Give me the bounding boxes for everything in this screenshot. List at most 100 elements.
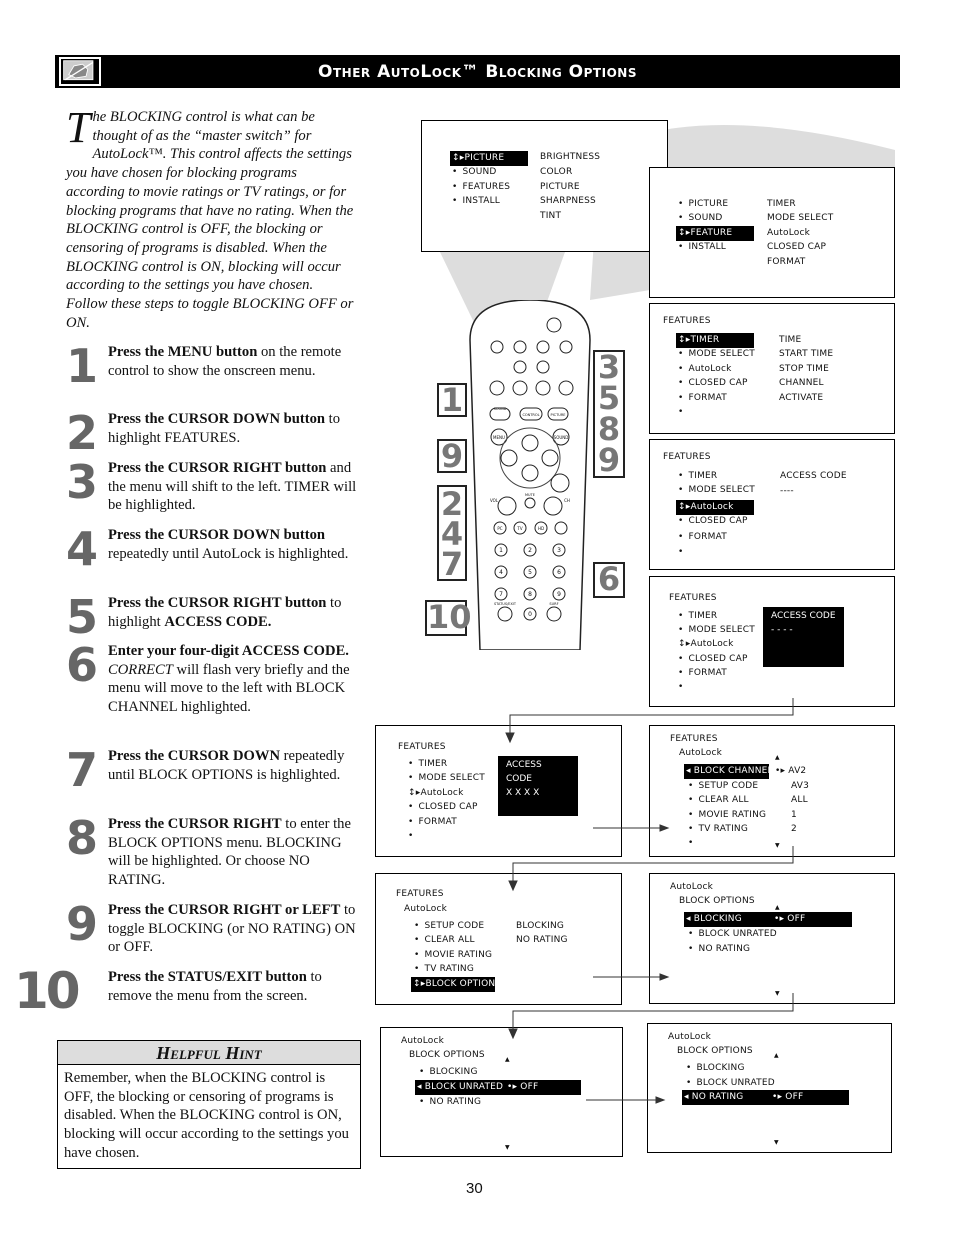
digit-label: 9 bbox=[557, 591, 561, 598]
screen-subtitle: BLOCK OPTIONS bbox=[679, 896, 755, 906]
control-label: CONTROL bbox=[522, 413, 539, 417]
screen-subtitle: BLOCK OPTIONS bbox=[409, 1050, 485, 1060]
menu-item: MOVIE RATING bbox=[688, 808, 766, 823]
screen-access-code-entered: FEATURES TIMER MODE SELECT ↕▸AutoLock CL… bbox=[375, 725, 622, 857]
menu-item: TIMER bbox=[678, 609, 718, 624]
screen-no-rating-off: AutoLock BLOCK OPTIONS ▲ BLOCKING BLOCK … bbox=[647, 1023, 892, 1153]
menu-item-block-channel-highlighted: ◂ BLOCK CHANNEL bbox=[684, 764, 773, 779]
ch-label: CH bbox=[564, 498, 570, 503]
submenu-item: CLOSED CAP bbox=[767, 242, 827, 252]
picture-label: PICTURE bbox=[551, 413, 566, 417]
menu-item-autolock-highlighted: ↕▸AutoLock bbox=[676, 500, 754, 515]
menu-item: MODE SELECT bbox=[678, 623, 755, 638]
scroll-down-icon[interactable]: ▼ bbox=[775, 987, 780, 1002]
menu-item: FORMAT bbox=[408, 815, 457, 830]
sound-btn-label: SOUND bbox=[494, 407, 507, 411]
screen-block-unrated-off: AutoLock BLOCK OPTIONS ▲ BLOCKING ◂ BLOC… bbox=[380, 1027, 623, 1157]
menu-item: FORMAT bbox=[678, 530, 727, 545]
menu-item: CLOSED CAP bbox=[678, 652, 748, 667]
digit-label: 1 bbox=[499, 547, 503, 554]
menu-item: CLOSED CAP bbox=[678, 376, 748, 391]
menu-item: BLOCK UNRATED bbox=[688, 927, 777, 942]
menu-item-empty bbox=[688, 836, 699, 851]
menu-item: BLOCK UNRATED bbox=[686, 1076, 775, 1091]
block-unrated-value: OFF bbox=[520, 1082, 539, 1092]
menu-item: MODE SELECT bbox=[678, 347, 755, 362]
menu-item: NO RATING bbox=[419, 1095, 481, 1110]
menu-item-empty bbox=[678, 545, 689, 560]
menu-item: CLEAR ALL bbox=[414, 933, 475, 948]
screen-title: FEATURES bbox=[670, 734, 718, 744]
digit-label: 4 bbox=[499, 569, 503, 576]
menu-item: BLOCKING bbox=[419, 1065, 478, 1080]
access-code-value[interactable]: X X X X bbox=[506, 786, 570, 800]
menu-item: TV RATING bbox=[688, 822, 748, 837]
access-code-box: ACCESS CODE X X X X bbox=[498, 756, 578, 816]
menu-item: AutoLock bbox=[678, 362, 732, 377]
callout-6: 6 bbox=[593, 562, 625, 598]
screen-title: FEATURES bbox=[396, 889, 444, 899]
scroll-down-icon[interactable]: ▼ bbox=[774, 1136, 779, 1151]
scroll-down-icon[interactable]: ▼ bbox=[775, 839, 780, 854]
access-code-value[interactable]: - - - - bbox=[771, 623, 836, 637]
digit-label: 2 bbox=[528, 547, 532, 554]
submenu-item: STOP TIME bbox=[779, 364, 829, 374]
scroll-down-icon[interactable]: ▼ bbox=[505, 1141, 510, 1156]
vol-label: VOL bbox=[490, 498, 499, 503]
menu-item: BLOCKING bbox=[686, 1061, 745, 1076]
screen-title: FEATURES bbox=[663, 316, 711, 326]
screen-main-menu: ↕▸PICTURE SOUND FEATURES INSTALL BRIGHTN… bbox=[421, 120, 668, 252]
channel-value: 2 bbox=[791, 824, 797, 834]
screen-autolock-block-channel: FEATURES AutoLock ▲ ◂ BLOCK CHANNEL SETU… bbox=[649, 725, 895, 857]
submenu-item: AutoLock bbox=[767, 228, 811, 238]
block-unrated-row-highlighted[interactable]: ◂ BLOCK UNRATED •▸ OFF bbox=[415, 1080, 581, 1095]
screen-access-code-entry: FEATURES TIMER MODE SELECT ↕▸AutoLock CL… bbox=[649, 576, 895, 707]
menu-item: SETUP CODE bbox=[414, 919, 485, 934]
screen-title: FEATURES bbox=[669, 593, 717, 603]
hd-label: HD bbox=[538, 526, 544, 531]
menu-item: PICTURE bbox=[678, 197, 729, 212]
menu-item: TV RATING bbox=[414, 962, 474, 977]
menu-item-empty bbox=[678, 405, 689, 420]
access-code-label: ACCESS CODE bbox=[780, 471, 847, 481]
channel-value: 1 bbox=[791, 810, 797, 820]
scroll-up-icon[interactable]: ▲ bbox=[774, 1049, 779, 1064]
screen-subtitle: AutoLock bbox=[679, 748, 723, 758]
submenu-item: MODE SELECT bbox=[767, 213, 834, 223]
menu-item: FORMAT bbox=[678, 391, 727, 406]
screen-title: AutoLock bbox=[401, 1036, 445, 1046]
menu-item: MOVIE RATING bbox=[414, 948, 492, 963]
status-label: STATUS/EXIT bbox=[494, 602, 517, 606]
digit-label: 0 bbox=[528, 611, 532, 618]
pc-label: PC bbox=[497, 526, 502, 531]
no-rating-row-highlighted[interactable]: ◂ NO RATING •▸ OFF bbox=[682, 1090, 849, 1105]
menu-item-block-options-highlighted: ↕▸BLOCK OPTIONS bbox=[411, 977, 501, 992]
menu-item: CLEAR ALL bbox=[688, 793, 749, 808]
no-rating-value: OFF bbox=[785, 1092, 804, 1102]
submenu-item: SHARPNESS bbox=[540, 196, 596, 206]
menu-item: SOUND bbox=[678, 211, 723, 226]
submenu-item: NO RATING bbox=[516, 935, 568, 945]
screen-features-timer: FEATURES ↕▸TIMER MODE SELECT AutoLock CL… bbox=[649, 303, 895, 434]
blocking-row-highlighted[interactable]: ◂ BLOCKING •▸ OFF bbox=[684, 912, 852, 927]
menu-item: TIMER bbox=[408, 757, 448, 772]
submenu-item: TIME bbox=[779, 335, 802, 345]
menu-item: INSTALL bbox=[452, 194, 500, 209]
scroll-up-icon[interactable]: ▲ bbox=[505, 1053, 510, 1068]
menu-item-timer-highlighted: ↕▸TIMER bbox=[676, 333, 754, 348]
digit-label: 7 bbox=[499, 591, 503, 598]
tv-label: TV bbox=[516, 526, 522, 531]
screen-title: AutoLock bbox=[668, 1032, 712, 1042]
menu-item-empty bbox=[408, 829, 419, 844]
mute-label: MUTE bbox=[525, 493, 535, 497]
callout-1: 1 bbox=[437, 383, 467, 417]
channel-value: ALL bbox=[791, 795, 808, 805]
menu-item: CLOSED CAP bbox=[678, 514, 748, 529]
menu-item: MODE SELECT bbox=[678, 483, 755, 498]
menu-item: MODE SELECT bbox=[408, 771, 485, 786]
menu-item: FORMAT bbox=[678, 666, 727, 681]
blocking-value: OFF bbox=[787, 914, 806, 924]
menu-item: INSTALL bbox=[678, 240, 726, 255]
surf-label: SURF bbox=[549, 602, 558, 606]
submenu-item: CHANNEL bbox=[779, 378, 824, 388]
